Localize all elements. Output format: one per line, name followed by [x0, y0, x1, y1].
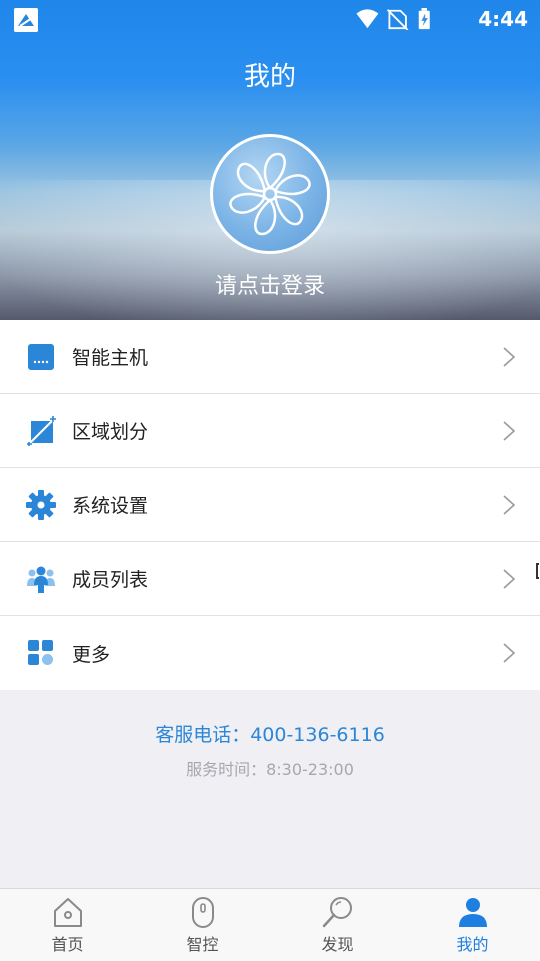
chevron-right-icon — [503, 346, 516, 367]
tab-label: 智控 — [186, 935, 219, 954]
no-sim-icon — [386, 9, 409, 30]
status-indicator-icons — [356, 8, 430, 30]
tab-label: 发现 — [321, 935, 354, 954]
menu-item-label: 成员列表 — [72, 569, 149, 591]
tab-smart-control[interactable]: 智控 — [135, 889, 270, 961]
menu-item-area-division[interactable]: 区域划分 — [0, 394, 540, 468]
chevron-right-icon — [503, 568, 516, 589]
tab-label: 我的 — [456, 935, 489, 954]
menu-item-label: 智能主机 — [72, 347, 149, 369]
smart-host-icon — [28, 343, 54, 370]
clock: 4:44 — [478, 7, 528, 31]
tab-discover[interactable]: 发现 — [270, 889, 405, 961]
tab-mine[interactable]: 我的 — [405, 889, 540, 961]
person-icon — [458, 898, 487, 927]
menu-item-system-settings[interactable]: 系统设置 — [0, 468, 540, 542]
fan-logo-icon — [229, 152, 311, 236]
service-phone[interactable]: 客服电话：400-136-6116 — [0, 720, 540, 747]
chevron-right-icon — [503, 494, 516, 515]
login-prompt[interactable]: 请点击登录 — [0, 268, 540, 300]
status-bar: 4:44 — [0, 0, 540, 38]
home-icon — [53, 898, 82, 927]
settings-menu: 智能主机 区域划分 系统设置 成员列表 更多 — [0, 320, 540, 690]
chevron-right-icon — [503, 643, 516, 663]
menu-item-label: 系统设置 — [72, 495, 149, 517]
mouse-icon — [191, 897, 214, 928]
customer-service-info: 客服电话：400-136-6116 服务时间：8:30-23:00 — [0, 692, 540, 888]
search-icon — [322, 897, 352, 928]
avatar[interactable] — [210, 134, 330, 254]
menu-item-smart-host[interactable]: 智能主机 — [0, 320, 540, 394]
menu-item-label: 区域划分 — [72, 421, 149, 443]
members-icon — [27, 566, 55, 593]
app-icon — [14, 8, 38, 32]
service-hours: 服务时间：8:30-23:00 — [186, 760, 354, 779]
more-grid-icon — [28, 640, 53, 665]
bottom-tab-bar: 首页 智控 发现 我的 — [0, 888, 540, 961]
gear-icon — [26, 489, 56, 520]
profile-header: 4:44 我的 请点击登录 — [0, 0, 540, 320]
tab-label: 首页 — [51, 935, 84, 954]
battery-charging-icon — [418, 8, 430, 30]
menu-item-members[interactable]: 成员列表 — [0, 542, 540, 616]
area-division-icon — [27, 415, 56, 446]
page-title: 我的 — [243, 62, 296, 92]
text-cursor — [536, 563, 539, 579]
tab-home[interactable]: 首页 — [0, 889, 135, 961]
menu-item-label: 更多 — [72, 643, 111, 666]
chevron-right-icon — [503, 420, 516, 441]
menu-item-more[interactable]: 更多 — [0, 616, 540, 690]
wifi-icon — [356, 9, 379, 29]
